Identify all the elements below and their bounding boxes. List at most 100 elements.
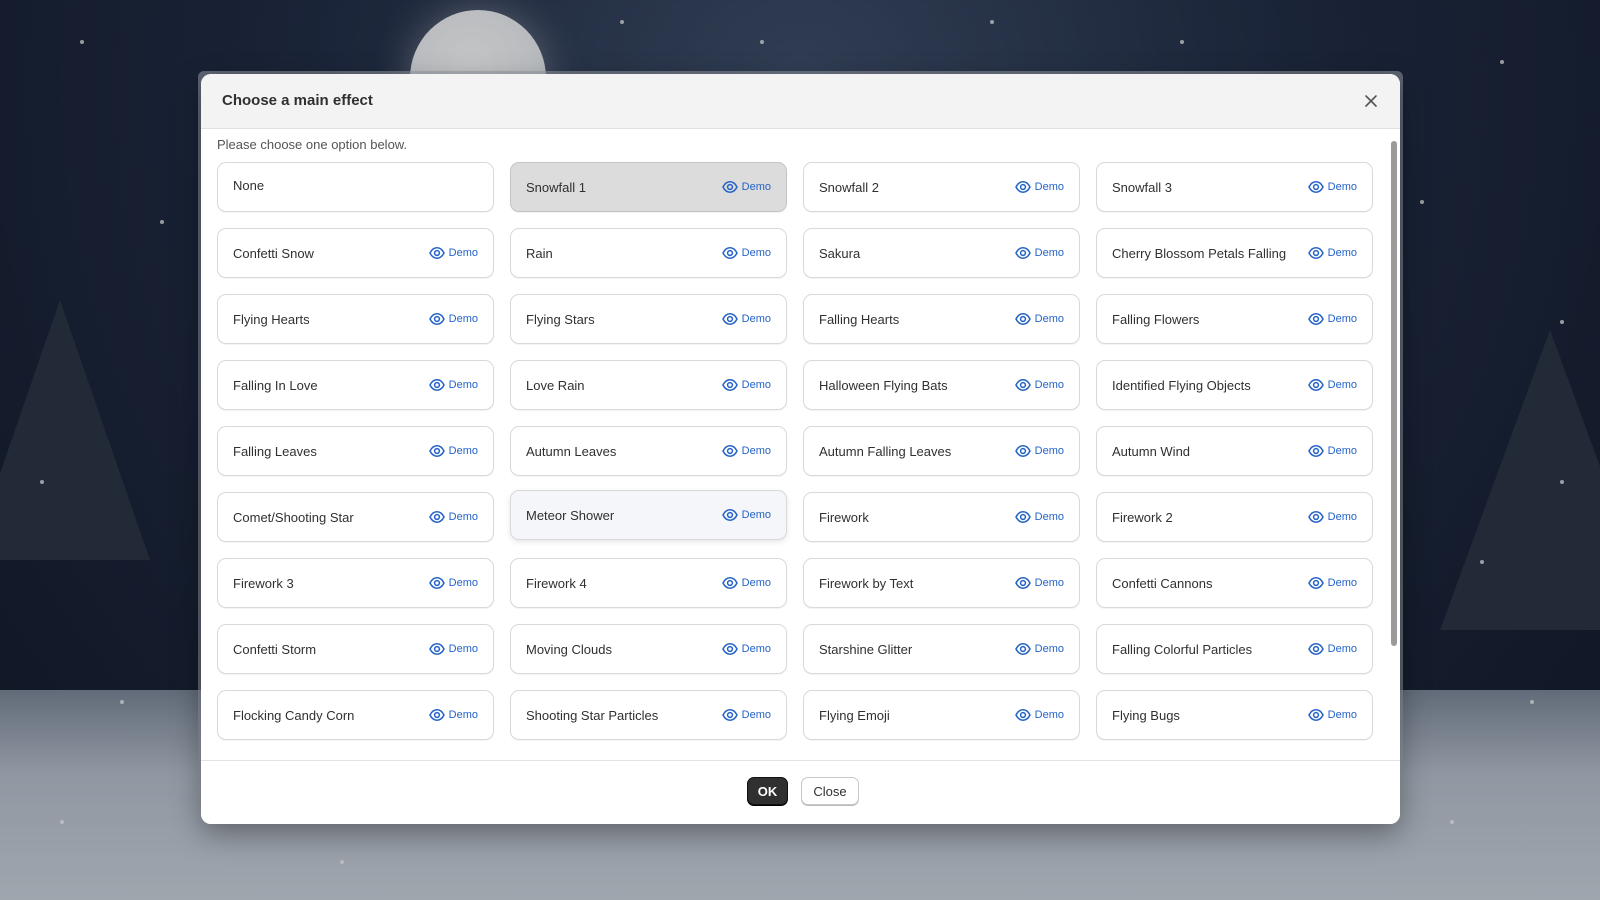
demo-link[interactable]: Demo (1307, 443, 1357, 459)
effect-option-label: Sakura (819, 245, 861, 261)
effect-option[interactable]: Falling Flowers Demo (1096, 294, 1373, 344)
demo-link[interactable]: Demo (1307, 641, 1357, 657)
effect-option[interactable]: None (217, 162, 494, 212)
demo-link[interactable]: Demo (1307, 509, 1357, 525)
demo-link[interactable]: Demo (721, 311, 771, 327)
demo-link[interactable]: Demo (428, 311, 478, 327)
demo-link[interactable]: Demo (1014, 179, 1064, 195)
demo-link[interactable]: Demo (1307, 707, 1357, 723)
dialog-title: Choose a main effect (222, 92, 373, 109)
effect-option[interactable]: Snowfall 2 Demo (803, 162, 1080, 212)
effect-option[interactable]: Firework 2 Demo (1096, 492, 1373, 542)
demo-link[interactable]: Demo (428, 641, 478, 657)
demo-link[interactable]: Demo (1014, 575, 1064, 591)
effect-option-label: Autumn Falling Leaves (819, 443, 952, 459)
demo-link[interactable]: Demo (1014, 377, 1064, 393)
demo-link[interactable]: Demo (721, 575, 771, 591)
demo-link[interactable]: Demo (1014, 443, 1064, 459)
effect-option[interactable]: Halloween Flying Bats Demo (803, 360, 1080, 410)
demo-link[interactable]: Demo (428, 245, 478, 261)
ok-button[interactable]: OK (747, 777, 788, 805)
eye-icon (1014, 575, 1031, 591)
effect-option[interactable]: Flying Bugs Demo (1096, 690, 1373, 740)
effect-option[interactable]: Confetti Storm Demo (217, 624, 494, 674)
effect-option[interactable]: Flocking Candy Corn Demo (217, 690, 494, 740)
demo-link[interactable]: Demo (721, 179, 771, 195)
demo-link[interactable]: Demo (428, 707, 478, 723)
effect-option-label: Confetti Cannons (1112, 575, 1213, 591)
effect-option[interactable]: Autumn Falling Leaves Demo (803, 426, 1080, 476)
effect-option[interactable]: Confetti Cannons Demo (1096, 558, 1373, 608)
eye-icon (1307, 575, 1324, 591)
demo-link[interactable]: Demo (721, 507, 771, 523)
demo-link[interactable]: Demo (428, 575, 478, 591)
demo-link[interactable]: Demo (1014, 707, 1064, 723)
demo-link[interactable]: Demo (428, 443, 478, 459)
effect-option-label: Firework 4 (526, 575, 587, 591)
effect-options-grid: None Snowfall 1 Demo Snowfall 2 Demo Snowfall… (217, 162, 1373, 740)
eye-icon (428, 245, 445, 261)
demo-link[interactable]: Demo (428, 509, 478, 525)
effect-option[interactable]: Autumn Leaves Demo (510, 426, 787, 476)
effect-option-label: Confetti Snow (233, 245, 314, 261)
eye-icon (1307, 707, 1324, 723)
effect-option[interactable]: Autumn Wind Demo (1096, 426, 1373, 476)
effect-option[interactable]: Firework by Text Demo (803, 558, 1080, 608)
effect-option-label: Autumn Wind (1112, 443, 1191, 459)
demo-label: Demo (1034, 379, 1064, 391)
eye-icon (721, 707, 738, 723)
effect-option[interactable]: Flying Emoji Demo (803, 690, 1080, 740)
effect-option[interactable]: Firework 4 Demo (510, 558, 787, 608)
effect-option[interactable]: Cherry Blossom Petals Falling Demo (1096, 228, 1373, 278)
effect-option[interactable]: Moving Clouds Demo (510, 624, 787, 674)
demo-label: Demo (1327, 181, 1357, 193)
demo-label: Demo (448, 511, 478, 523)
demo-link[interactable]: Demo (1014, 641, 1064, 657)
demo-link[interactable]: Demo (1014, 245, 1064, 261)
demo-link[interactable]: Demo (1014, 509, 1064, 525)
eye-icon (1307, 641, 1324, 657)
demo-link[interactable]: Demo (1307, 377, 1357, 393)
demo-label: Demo (1327, 379, 1357, 391)
dialog-body: Please choose one option below. None Snow… (201, 129, 1400, 761)
demo-link[interactable]: Demo (721, 245, 771, 261)
close-button[interactable]: Close (801, 777, 859, 805)
demo-link[interactable]: Demo (721, 377, 771, 393)
demo-link[interactable]: Demo (428, 377, 478, 393)
demo-label: Demo (1034, 577, 1064, 589)
demo-link[interactable]: Demo (721, 641, 771, 657)
demo-link[interactable]: Demo (1307, 575, 1357, 591)
close-icon[interactable] (1360, 90, 1382, 112)
effect-option-label: Meteor Shower (526, 507, 615, 523)
effect-option[interactable]: Identified Flying Objects Demo (1096, 360, 1373, 410)
effect-option[interactable]: Meteor Shower Demo (510, 490, 787, 540)
effect-option[interactable]: Shooting Star Particles Demo (510, 690, 787, 740)
effect-option[interactable]: Flying Hearts Demo (217, 294, 494, 344)
demo-link[interactable]: Demo (1307, 179, 1357, 195)
effect-option[interactable]: Rain Demo (510, 228, 787, 278)
demo-link[interactable]: Demo (1307, 245, 1357, 261)
demo-link[interactable]: Demo (1307, 311, 1357, 327)
demo-link[interactable]: Demo (1014, 311, 1064, 327)
effect-option[interactable]: Falling In Love Demo (217, 360, 494, 410)
effect-option[interactable]: Firework Demo (803, 492, 1080, 542)
effect-option[interactable]: Love Rain Demo (510, 360, 787, 410)
effect-option[interactable]: Flying Stars Demo (510, 294, 787, 344)
instruction-text: Please choose one option below. (217, 137, 408, 152)
effect-option[interactable]: Snowfall 1 Demo (510, 162, 787, 212)
effect-option[interactable]: Falling Colorful Particles Demo (1096, 624, 1373, 674)
effect-option[interactable]: Snowfall 3 Demo (1096, 162, 1373, 212)
eye-icon (1014, 245, 1031, 261)
effect-option[interactable]: Confetti Snow Demo (217, 228, 494, 278)
effect-option[interactable]: Falling Hearts Demo (803, 294, 1080, 344)
dialog-footer: OK Close (201, 760, 1400, 824)
effect-option[interactable]: Falling Leaves Demo (217, 426, 494, 476)
demo-link[interactable]: Demo (721, 443, 771, 459)
effect-option[interactable]: Sakura Demo (803, 228, 1080, 278)
demo-link[interactable]: Demo (721, 707, 771, 723)
effect-option[interactable]: Starshine Glitter Demo (803, 624, 1080, 674)
effect-option[interactable]: Firework 3 Demo (217, 558, 494, 608)
scrollbar-thumb[interactable] (1391, 141, 1397, 646)
effect-option[interactable]: Comet/Shooting Star Demo (217, 492, 494, 542)
demo-label: Demo (448, 313, 478, 325)
